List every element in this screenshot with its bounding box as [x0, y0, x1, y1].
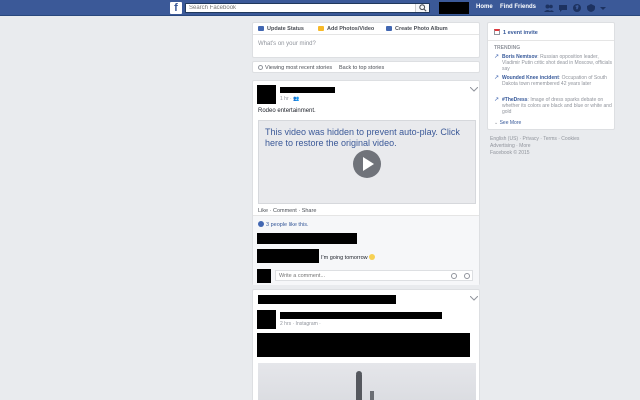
camera-icon	[318, 26, 324, 31]
story-sort-bar: Viewing most recent stories Back to top …	[252, 61, 480, 73]
camera-icon[interactable]	[451, 273, 457, 279]
right-sidebar-card: 1 event invite TRENDING ↗ Boris Nemtsov:…	[487, 22, 615, 130]
post-text: Rodeo entertainment.	[258, 108, 316, 114]
your-avatar-redacted	[257, 269, 271, 283]
author-name-redacted[interactable]	[280, 312, 442, 319]
feed-post: 1 hr · 👥 Rodeo entertainment. This video…	[252, 80, 480, 285]
author-avatar-redacted[interactable]	[257, 310, 276, 329]
see-more-link[interactable]: ⌄ See More	[494, 120, 521, 126]
search-icon	[419, 4, 427, 12]
status-composer: Update Status Add Photos/Video Create Ph…	[252, 22, 480, 58]
facebook-logo[interactable]: f	[170, 2, 182, 14]
status-input[interactable]: What's on your mind?	[258, 41, 316, 47]
tab-create-photo-album[interactable]: Create Photo Album	[386, 26, 448, 32]
footer-links[interactable]: Advertising · More	[490, 143, 531, 149]
find-friends-link[interactable]: Find Friends	[500, 4, 536, 10]
tab-add-photos-video[interactable]: Add Photos/Video	[318, 26, 374, 32]
post-header-redacted	[258, 295, 396, 304]
back-to-top-stories-link[interactable]: Back to top stories	[339, 65, 384, 71]
trending-item[interactable]: ↗ #TheDress: Image of dress sparks debat…	[494, 97, 612, 116]
post-feedback-area: 3 people like this. I'm going tomorrow	[253, 215, 479, 285]
footer-links[interactable]: English (US) · Privacy · Terms · Cookies	[490, 136, 579, 142]
event-invite-link[interactable]: 1 event invite	[494, 29, 538, 36]
divider	[488, 40, 614, 41]
clock-icon	[258, 65, 263, 70]
author-name-redacted[interactable]	[280, 87, 335, 93]
post-timestamp[interactable]: 2 hrs · Instagram ·	[280, 321, 321, 327]
friend-requests-icon[interactable]	[544, 3, 554, 13]
feed-post: 2 hrs · Instagram ·	[252, 289, 480, 400]
comment-input[interactable]	[276, 271, 446, 280]
composer-tabs: Update Status Add Photos/Video Create Ph…	[253, 23, 479, 35]
post-timestamp[interactable]: 1 hr · 👥	[280, 96, 299, 102]
profile-link-redacted[interactable]	[439, 2, 469, 14]
search-button[interactable]	[415, 4, 429, 12]
photo-content	[356, 371, 374, 400]
play-icon	[363, 157, 374, 171]
hidden-video-placeholder[interactable]: This video was hidden to prevent auto-pl…	[258, 120, 476, 204]
smile-emoji-icon	[369, 254, 376, 260]
comment-box	[275, 270, 473, 281]
trending-arrow-icon: ↗	[494, 97, 500, 103]
messages-icon[interactable]	[558, 3, 568, 13]
home-link[interactable]: Home	[476, 4, 493, 10]
trending-item[interactable]: ↗ Wounded Knee incident: Occupation of S…	[494, 75, 612, 87]
album-icon	[386, 26, 392, 31]
comment-redacted	[257, 233, 357, 244]
likes-summary[interactable]: 3 people like this.	[258, 221, 309, 228]
trending-item[interactable]: ↗ Boris Nemtsov: Russian opposition lead…	[494, 54, 612, 73]
post-text-redacted	[257, 333, 470, 357]
privacy-friends-icon: 👥	[293, 96, 300, 102]
privacy-shortcuts-icon[interactable]	[586, 3, 596, 13]
trending-arrow-icon: ↗	[494, 75, 500, 81]
tab-update-status[interactable]: Update Status	[258, 26, 304, 32]
copyright: Facebook © 2015	[490, 150, 530, 156]
trending-arrow-icon: ↗	[494, 54, 500, 60]
calendar-icon	[494, 29, 500, 35]
search-bar	[185, 3, 430, 13]
post-photo[interactable]	[258, 363, 476, 400]
play-button[interactable]	[353, 150, 381, 178]
chevron-down-icon[interactable]	[470, 87, 478, 92]
search-input[interactable]	[186, 4, 411, 12]
globe-notifications-icon[interactable]	[572, 3, 582, 13]
account-menu-chevron-icon[interactable]	[598, 3, 608, 13]
author-avatar-redacted[interactable]	[257, 85, 276, 104]
commenter-redacted	[257, 249, 319, 263]
restore-video-message[interactable]: This video was hidden to prevent auto-pl…	[265, 127, 465, 148]
like-thumb-icon	[258, 221, 264, 227]
post-actions[interactable]: Like · Comment · Share	[258, 208, 316, 214]
pencil-icon	[258, 26, 264, 31]
trending-heading: TRENDING	[494, 45, 521, 51]
top-navigation-bar: f Home Find Friends	[0, 0, 640, 16]
sticker-icon[interactable]	[464, 273, 470, 279]
comment-text: I'm going tomorrow	[321, 254, 376, 261]
viewing-most-recent-label: Viewing most recent stories	[258, 65, 332, 71]
chevron-down-icon[interactable]	[470, 296, 478, 301]
